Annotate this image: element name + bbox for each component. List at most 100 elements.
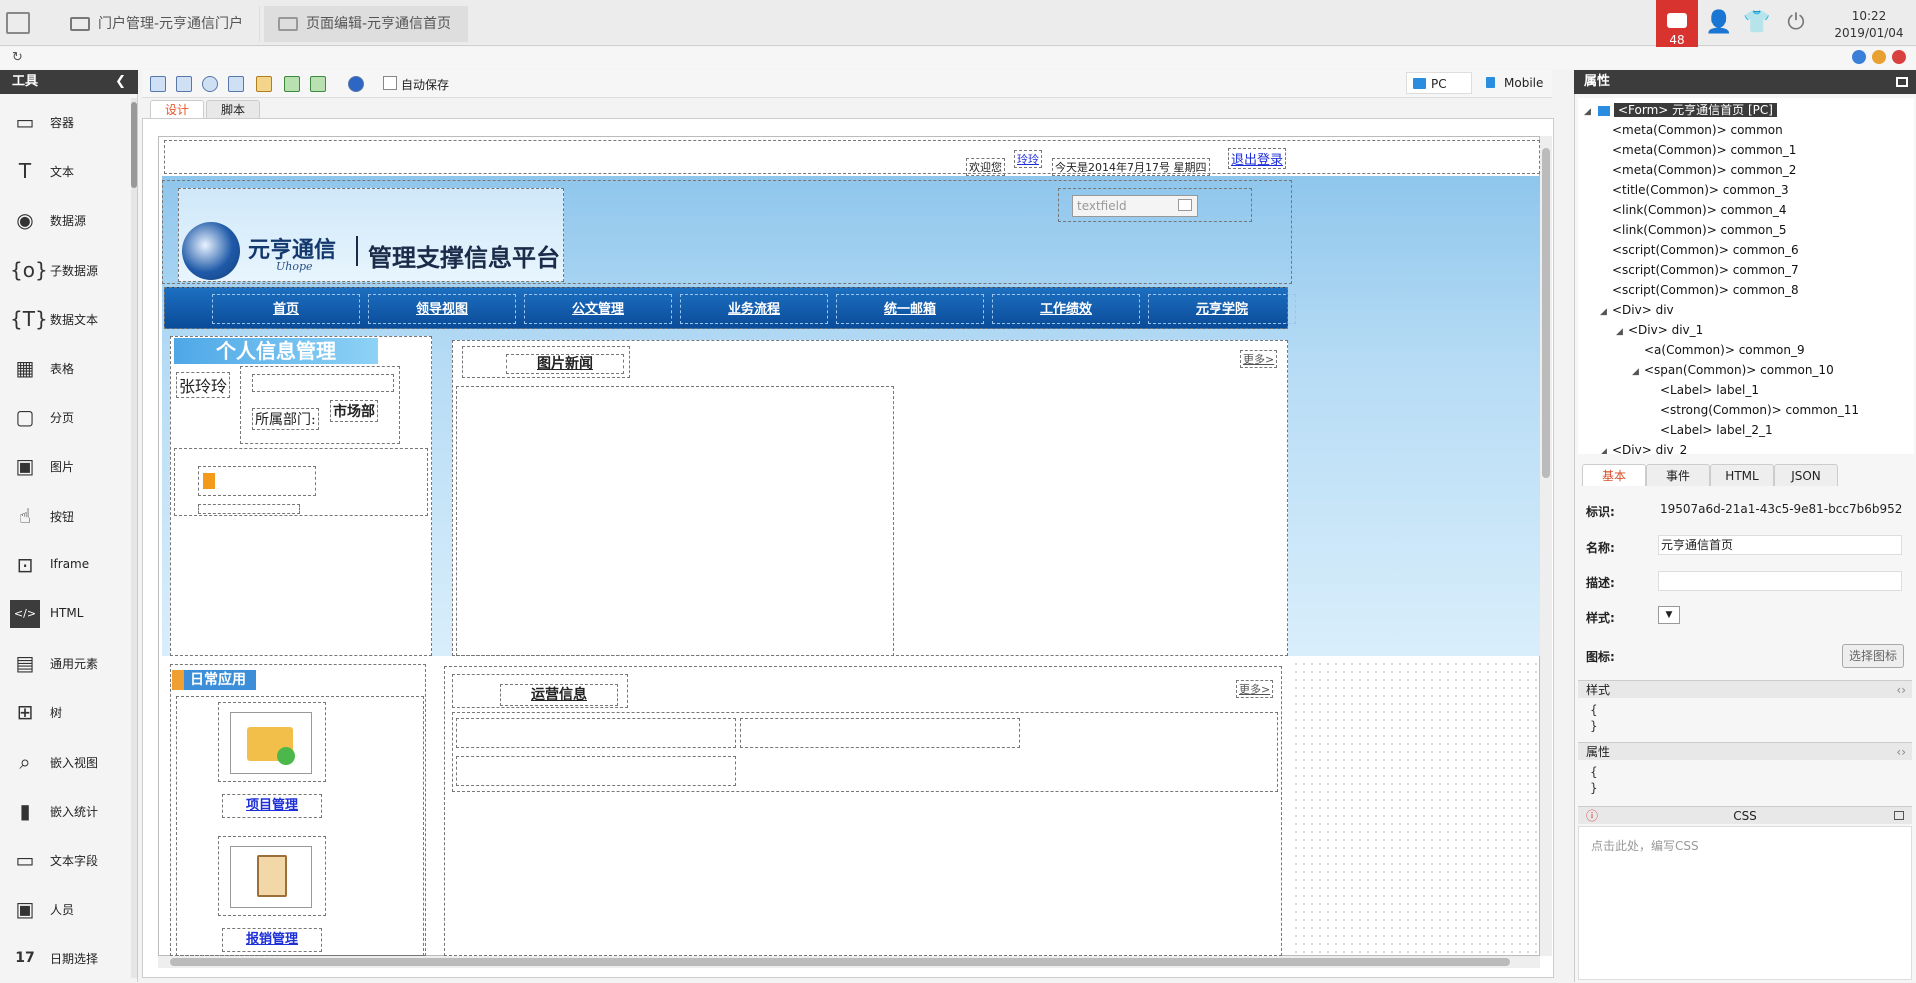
tree-node[interactable]: <link(Common)> common_5 xyxy=(1600,220,1786,240)
tree-node[interactable]: ◢ <Div> div_2 xyxy=(1600,440,1687,454)
nav-item[interactable]: 工作绩效 xyxy=(992,294,1140,324)
ops-more-link[interactable]: 更多> xyxy=(1236,680,1274,698)
user-icon[interactable]: 👤 xyxy=(1705,10,1732,36)
app-logo-icon[interactable] xyxy=(6,12,30,34)
app-project-management[interactable]: 项目管理 xyxy=(222,794,322,818)
tool-item[interactable]: </> HTML xyxy=(0,590,130,639)
property-tab[interactable]: JSON xyxy=(1774,464,1838,486)
tree-toggle-icon[interactable]: ◢ xyxy=(1632,362,1644,382)
tree-node[interactable]: <a(Common)> common_9 xyxy=(1632,340,1805,360)
ops-title[interactable]: 运营信息 xyxy=(500,684,618,706)
tree-toggle-icon[interactable]: ◢ xyxy=(1600,442,1612,454)
tab-portal-management[interactable]: 门户管理-元亨通信门户 xyxy=(56,6,261,42)
import-icon[interactable] xyxy=(310,76,326,92)
tree-node[interactable]: <script(Common)> common_7 xyxy=(1600,260,1799,280)
autosave-checkbox[interactable] xyxy=(383,76,397,90)
nav-item[interactable]: 公文管理 xyxy=(524,294,672,324)
tree-node[interactable]: <meta(Common)> common_1 xyxy=(1600,140,1796,160)
tree-toggle-icon[interactable]: ◢ xyxy=(1616,322,1628,342)
welcome-row[interactable] xyxy=(164,140,1540,174)
tool-item[interactable]: ▦ 表格 xyxy=(0,344,130,393)
tool-item[interactable]: ▣ 图片 xyxy=(0,442,130,491)
export-icon[interactable] xyxy=(284,76,300,92)
ops-panel[interactable] xyxy=(444,666,1282,956)
style-section-header[interactable]: 样式 ‹› xyxy=(1578,680,1912,698)
code-icon[interactable]: ‹› xyxy=(1896,743,1906,761)
ops-item[interactable] xyxy=(456,718,736,748)
tree-node[interactable]: ◢ <Div> div xyxy=(1600,300,1674,320)
notification-button[interactable]: 48 xyxy=(1656,0,1698,54)
news-title[interactable]: 图片新闻 xyxy=(506,354,624,374)
news-more-link[interactable]: 更多> xyxy=(1240,350,1278,368)
tool-item[interactable]: ▮ 嵌入统计 xyxy=(0,787,130,836)
tool-item[interactable]: ▤ 通用元素 xyxy=(0,639,130,688)
tree-node[interactable]: <Label> label_1 xyxy=(1648,380,1759,400)
app-reimbursement-management[interactable]: 报销管理 xyxy=(222,928,322,952)
nav-item[interactable]: 元亨学院 xyxy=(1148,294,1296,324)
tab-page-edit[interactable]: 页面编辑-元亨通信首页 xyxy=(264,6,469,42)
css-section-header[interactable]: ⓘ CSS xyxy=(1578,806,1912,824)
ops-item[interactable] xyxy=(456,756,736,786)
nav-item[interactable]: 首页 xyxy=(212,294,360,324)
save-icon[interactable] xyxy=(150,76,166,92)
attr-section-header[interactable]: 属性 ‹› xyxy=(1578,742,1912,760)
tree-node[interactable]: <strong(Common)> common_11 xyxy=(1648,400,1859,420)
tool-item[interactable]: {o} 子数据源 xyxy=(0,246,130,295)
tool-item[interactable]: ⊞ 树 xyxy=(0,688,130,737)
tool-item[interactable]: ▣ 人员 xyxy=(0,885,130,934)
tree-node[interactable]: <title(Common)> common_3 xyxy=(1600,180,1789,200)
news-image[interactable] xyxy=(456,386,894,656)
tools-scrollbar[interactable] xyxy=(131,98,137,978)
tab-script[interactable]: 脚本 xyxy=(206,100,261,118)
mobile-mode-button[interactable]: Mobile xyxy=(1480,72,1552,94)
print-icon[interactable] xyxy=(228,76,244,92)
pc-mode-button[interactable]: PC xyxy=(1406,72,1472,94)
tree-node[interactable]: ◢ <span(Common)> common_10 xyxy=(1632,360,1834,380)
save-as-icon[interactable] xyxy=(176,76,192,92)
tool-item[interactable]: T 文本 xyxy=(0,147,130,196)
tool-item[interactable]: ▭ 文本字段 xyxy=(0,836,130,885)
tree-node[interactable]: <script(Common)> common_8 xyxy=(1600,280,1799,300)
tree-node[interactable]: ◢ <Div> div_1 xyxy=(1616,320,1703,340)
css-editor[interactable]: 点击此处，编写CSS xyxy=(1578,826,1912,980)
blue-dot-icon[interactable] xyxy=(1852,50,1866,64)
clipboard-icon[interactable] xyxy=(230,846,312,908)
tab-design[interactable]: 设计 xyxy=(150,100,205,118)
tree-node[interactable]: <script(Common)> common_6 xyxy=(1600,240,1799,260)
collapse-icon[interactable]: ❮ xyxy=(115,70,126,94)
user-field[interactable] xyxy=(252,374,394,392)
property-tab[interactable]: 基本 xyxy=(1582,464,1646,486)
dropdown-icon[interactable] xyxy=(1178,199,1192,211)
quick-link[interactable] xyxy=(198,504,300,514)
tree-node[interactable]: ◢ <Form> 元亨通信首页 [PC] xyxy=(1584,100,1777,120)
folder-add-icon[interactable] xyxy=(230,712,312,774)
canvas-vscrollbar[interactable] xyxy=(1540,136,1552,956)
maximize-icon[interactable] xyxy=(1896,77,1908,87)
element-tree[interactable]: ◢ <Form> 元亨通信首页 [PC] <meta(Common)> common… xyxy=(1578,98,1914,454)
code-icon[interactable]: ‹› xyxy=(1896,681,1906,699)
nav-item[interactable]: 业务流程 xyxy=(680,294,828,324)
ops-item[interactable] xyxy=(740,718,1020,748)
preview-icon[interactable] xyxy=(202,76,218,92)
tools-icon[interactable] xyxy=(256,76,272,92)
name-field[interactable]: 元亨通信首页 xyxy=(1658,535,1902,555)
style-select[interactable]: ▼ xyxy=(1658,606,1680,624)
shirt-icon[interactable]: 👕 xyxy=(1743,10,1770,36)
tool-item[interactable]: ▢ 分页 xyxy=(0,393,130,442)
tree-node[interactable]: <meta(Common)> common xyxy=(1600,120,1783,140)
refresh-icon[interactable]: ↻ xyxy=(12,50,23,65)
choose-icon-button[interactable]: 选择图标 xyxy=(1842,644,1904,668)
property-tab[interactable]: HTML xyxy=(1710,464,1774,486)
property-tab[interactable]: 事件 xyxy=(1646,464,1710,486)
tool-item[interactable]: 17 日期选择 xyxy=(0,934,130,983)
canvas-hscrollbar[interactable] xyxy=(158,956,1540,968)
nav-item[interactable]: 统一邮箱 xyxy=(836,294,984,324)
tool-item[interactable]: ▭ 容器 xyxy=(0,98,130,147)
quick-link[interactable] xyxy=(198,466,316,496)
tool-item[interactable]: ⊡ Iframe xyxy=(0,541,130,590)
tool-item[interactable]: ◉ 数据源 xyxy=(0,196,130,245)
tool-item[interactable]: ☝ 按钮 xyxy=(0,492,130,541)
tree-node[interactable]: <Label> label_2_1 xyxy=(1648,420,1773,440)
tree-node[interactable]: <link(Common)> common_4 xyxy=(1600,200,1786,220)
user-link[interactable]: 玲玲 xyxy=(1014,150,1042,168)
